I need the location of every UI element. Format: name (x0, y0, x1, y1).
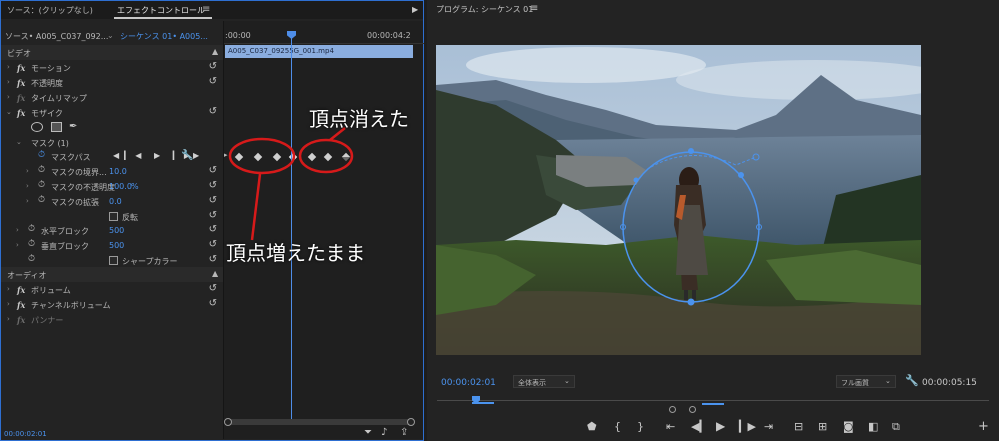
duration-timecode: 00:00:05:15 (922, 378, 977, 388)
fx-icon[interactable]: fx (17, 315, 25, 325)
annotation-vertex-increased: 頂点増えたまま (226, 241, 366, 265)
scroll-handle-right[interactable] (407, 418, 415, 426)
settings-wrench-icon[interactable]: 🔧 (905, 374, 919, 387)
chevron-down-icon: ⌄ (564, 377, 570, 385)
extract-icon[interactable]: ⊞ (818, 420, 827, 433)
current-timecode[interactable]: 00:00:02:01 (441, 378, 496, 388)
camera-icon[interactable]: ◙ (843, 420, 854, 433)
panel-menu-icon[interactable]: ≡ (530, 3, 538, 14)
step-forward-icon[interactable]: ▎▶ (739, 420, 756, 433)
zoom-handle-left[interactable] (669, 406, 676, 413)
effect-panner-label: パンナー (31, 316, 64, 325)
step-back-icon[interactable]: ◀▎ (691, 420, 708, 433)
quality-dropdown[interactable]: フル画質 ⌄ (836, 375, 896, 388)
zoom-dropdown[interactable]: 全体表示 ⌄ (513, 375, 575, 388)
scrub-progress (472, 402, 494, 404)
effect-channel-volume-label: チャンネルボリューム (31, 301, 111, 310)
fx-icon[interactable]: fx (17, 300, 25, 310)
play-icon[interactable]: ▶ (716, 419, 725, 433)
annotation-circle-left (228, 137, 296, 175)
mark-out-icon[interactable]: } (637, 420, 644, 433)
landscape-image (436, 45, 921, 355)
video-frame[interactable] (436, 45, 921, 355)
mark-in-icon[interactable]: { (614, 420, 621, 433)
twisty-icon[interactable]: › (7, 300, 10, 308)
program-monitor-title[interactable]: プログラム: シーケンス 01 (436, 4, 533, 15)
zoom-value: 全体表示 (518, 379, 546, 387)
filter-icon[interactable]: ⏷ (364, 427, 372, 438)
scroll-handle-left[interactable] (224, 418, 232, 426)
effect-row-panner[interactable]: › fx パンナー (1, 312, 223, 327)
chevron-down-icon: ⌄ (885, 377, 891, 385)
add-marker-icon[interactable]: ⬟ (587, 420, 597, 433)
scrub-range (702, 403, 724, 405)
timeline-scrollbar[interactable] (226, 419, 412, 425)
annotation-circle-right (298, 138, 354, 174)
program-monitor-panel: プログラム: シーケンス 01 ≡ 00:00:02:01 全体表示 ⌄ フル画… (427, 0, 999, 441)
go-to-out-icon[interactable]: ⇥ (764, 420, 773, 433)
annotation-vertex-disappeared: 頂点消えた (309, 107, 409, 131)
twisty-icon[interactable]: › (7, 315, 10, 323)
effect-controls-footer: 00:00:02:01 ⏷ ♪ ⇪ (1, 427, 423, 440)
proxy-toggle-icon[interactable]: ⧉ (892, 420, 900, 434)
transport-controls: 00:00:02:01 全体表示 ⌄ フル画質 ⌄ 🔧 00:00:05:15 … (427, 368, 999, 441)
play-audio-icon[interactable]: ♪ (381, 427, 387, 438)
footer-timecode[interactable]: 00:00:02:01 (4, 430, 47, 438)
scrub-track[interactable] (437, 400, 989, 401)
go-to-in-icon[interactable]: ⇤ (666, 420, 675, 433)
add-button-icon[interactable]: + (978, 419, 989, 434)
comparison-view-icon[interactable]: ◧ (868, 420, 878, 433)
export-icon[interactable]: ⇪ (400, 427, 408, 438)
lift-icon[interactable]: ⊟ (794, 420, 803, 433)
annotation-overlay (228, 127, 354, 241)
annotation-pointer-left (250, 173, 262, 241)
quality-value: フル画質 (841, 379, 869, 387)
zoom-handle-right[interactable] (689, 406, 696, 413)
